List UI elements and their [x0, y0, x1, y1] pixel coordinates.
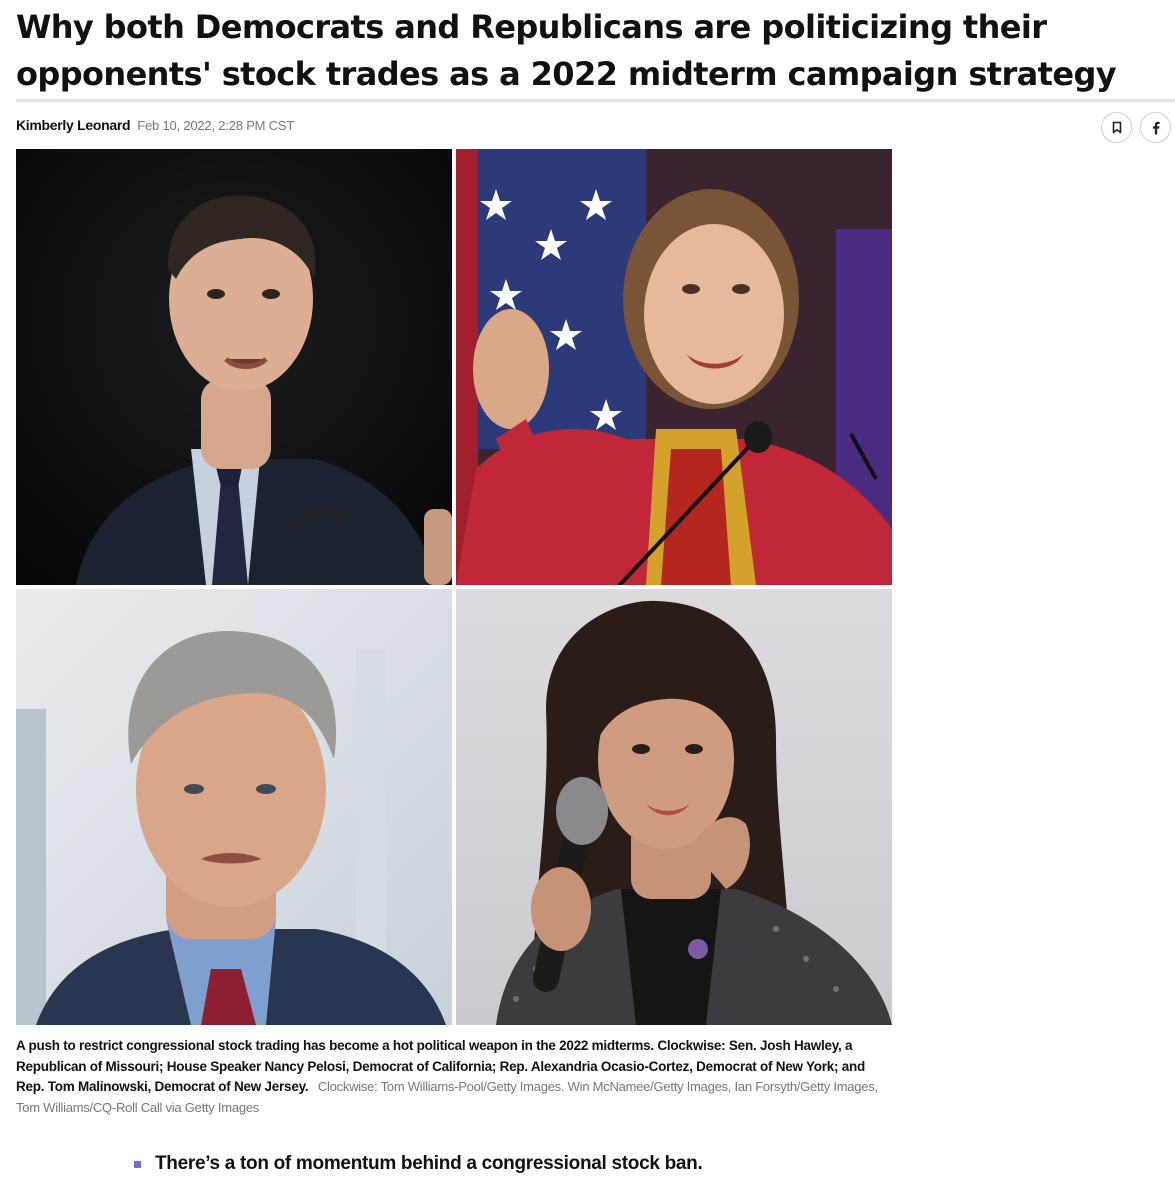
portrait-man-gray-hair [16, 589, 452, 1025]
photo-top-right [456, 149, 892, 585]
photo-top-left [16, 149, 452, 585]
portrait-woman-red-jacket-flag [456, 149, 892, 585]
headline-divider [16, 99, 1175, 102]
photo-collage [16, 149, 892, 1025]
byline: Kimberly Leonard Feb 10, 2022, 2:28 PM C… [16, 117, 294, 135]
bullet-marker [134, 1161, 141, 1168]
bookmark-button[interactable] [1101, 112, 1132, 143]
photo-bottom-right [456, 589, 892, 1025]
list-item: There’s a ton of momentum behind a congr… [134, 1153, 703, 1175]
publish-date: Feb 10, 2022, 2:28 PM CST [137, 118, 295, 133]
portrait-woman-microphone [456, 589, 892, 1025]
article-headline: Why both Democrats and Republicans are p… [16, 8, 1117, 93]
key-points-list: There’s a ton of momentum behind a congr… [134, 1153, 703, 1175]
bullet-text: There’s a ton of momentum behind a congr… [155, 1153, 703, 1174]
bookmark-icon [1112, 121, 1121, 134]
photo-caption: A push to restrict congressional stock t… [16, 1036, 892, 1118]
facebook-share-button[interactable] [1140, 112, 1171, 143]
portrait-man-dark-suit [16, 149, 452, 585]
photo-bottom-left [16, 589, 452, 1025]
facebook-icon [1152, 121, 1160, 134]
author-link[interactable]: Kimberly Leonard [16, 117, 131, 133]
